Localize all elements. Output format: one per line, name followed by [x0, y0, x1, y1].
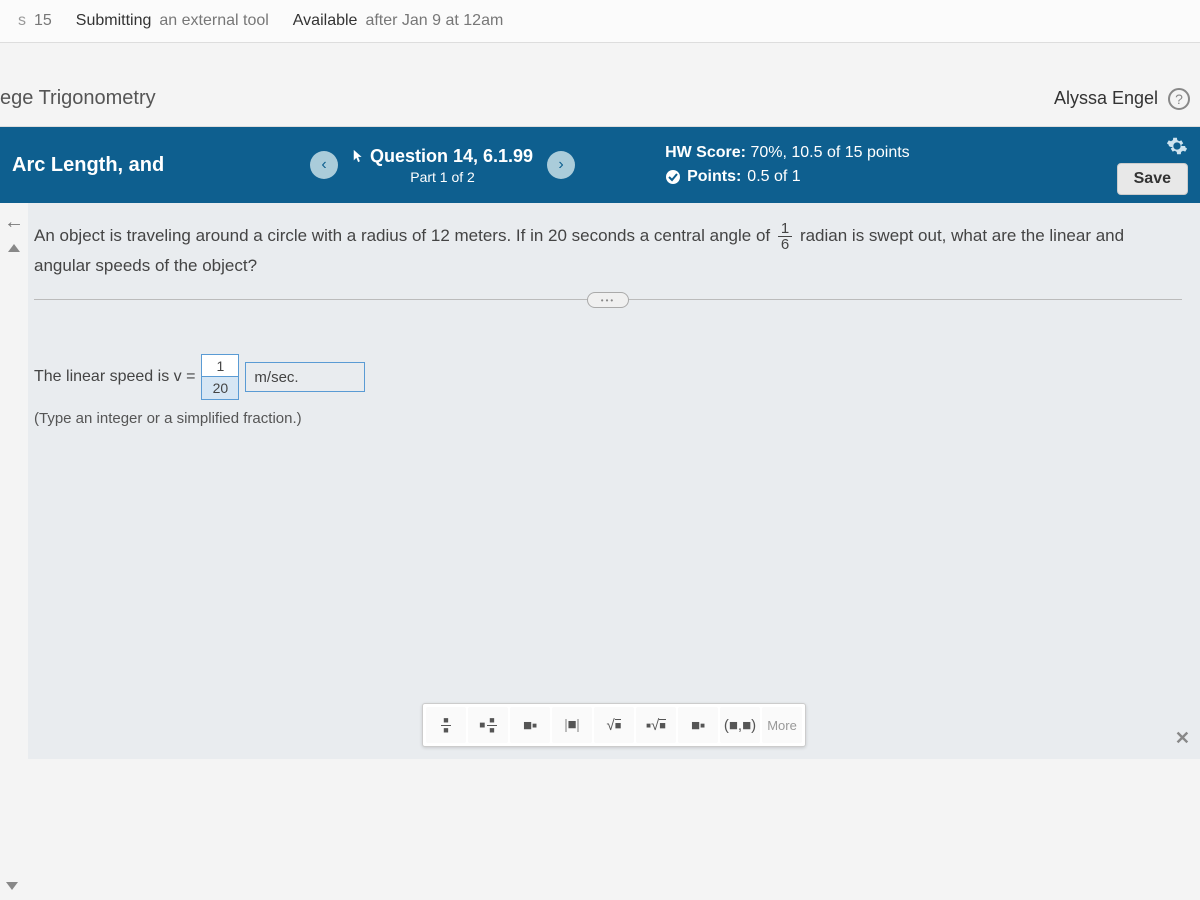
hw-score-label: HW Score:	[665, 144, 746, 161]
answer-denominator[interactable]: 20	[202, 377, 238, 399]
points-value: 15	[34, 12, 52, 30]
ordered-pair-tool[interactable]: (■,■)	[720, 707, 760, 743]
course-title: ege Trigonometry	[0, 87, 156, 110]
close-button[interactable]: ✕	[1175, 728, 1190, 749]
answer-numerator[interactable]: 1	[202, 355, 238, 377]
question-text-part1: An object is traveling around a circle w…	[34, 226, 775, 245]
left-rail: ←	[0, 203, 28, 759]
subscript-tool[interactable]: ■■	[678, 707, 718, 743]
submitting-label: Submitting	[76, 12, 152, 30]
expand-button[interactable]: •••	[587, 292, 629, 308]
question-part: Part 1 of 2	[352, 169, 533, 185]
sqrt-tool[interactable]: √■	[594, 707, 634, 743]
cursor-icon	[352, 149, 366, 163]
hw-score-value: 70%, 10.5 of 15 points	[750, 144, 909, 161]
course-header: ege Trigonometry Alyssa Engel ?	[0, 43, 1200, 127]
answer-label: The linear speed is v =	[34, 368, 195, 386]
prev-question-button[interactable]: ‹	[310, 151, 338, 179]
question-fraction: 1 6	[778, 221, 792, 252]
fraction-tool[interactable]: ■■	[426, 707, 466, 743]
mixed-fraction-tool[interactable]: ■■■	[468, 707, 508, 743]
unit-input[interactable]: m/sec.	[245, 362, 365, 392]
check-icon	[665, 169, 681, 185]
points-label: Points:	[687, 165, 741, 189]
question-header-bar: Arc Length, and ‹ Question 14, 6.1.99 Pa…	[0, 127, 1200, 203]
absolute-value-tool[interactable]: |■|	[552, 707, 592, 743]
available-value: after Jan 9 at 12am	[365, 12, 503, 30]
scroll-down-button[interactable]	[6, 882, 18, 890]
question-number: Question 14, 6.1.99	[370, 146, 533, 167]
available-label: Available	[293, 12, 358, 30]
assignment-info-bar: s 15 Submitting an external tool Availab…	[0, 0, 1200, 43]
section-title: Arc Length, and	[10, 154, 310, 177]
exponent-tool[interactable]: ■■	[510, 707, 550, 743]
gear-icon[interactable]	[1166, 135, 1188, 157]
user-name: Alyssa Engel	[1054, 88, 1158, 109]
points-partial: s	[18, 12, 26, 30]
math-toolbar: ■■ ■■■ ■■ |■| √■ ■√■ ■■ (■,■) More	[422, 703, 806, 747]
question-panel: An object is traveling around a circle w…	[28, 203, 1200, 759]
answer-hint: (Type an integer or a simplified fractio…	[34, 410, 1182, 427]
question-text: An object is traveling around a circle w…	[34, 221, 1182, 279]
save-button[interactable]: Save	[1117, 163, 1188, 195]
help-icon[interactable]: ?	[1168, 88, 1190, 110]
more-tools-button[interactable]: More	[762, 707, 802, 743]
answer-fraction-input[interactable]: 1 20	[201, 354, 239, 400]
points-value: 0.5 of 1	[747, 165, 800, 189]
next-question-button[interactable]: ›	[547, 151, 575, 179]
nth-root-tool[interactable]: ■√■	[636, 707, 676, 743]
back-button[interactable]: ←	[0, 207, 28, 238]
submitting-value: an external tool	[159, 12, 268, 30]
scroll-up-button[interactable]	[8, 244, 20, 252]
